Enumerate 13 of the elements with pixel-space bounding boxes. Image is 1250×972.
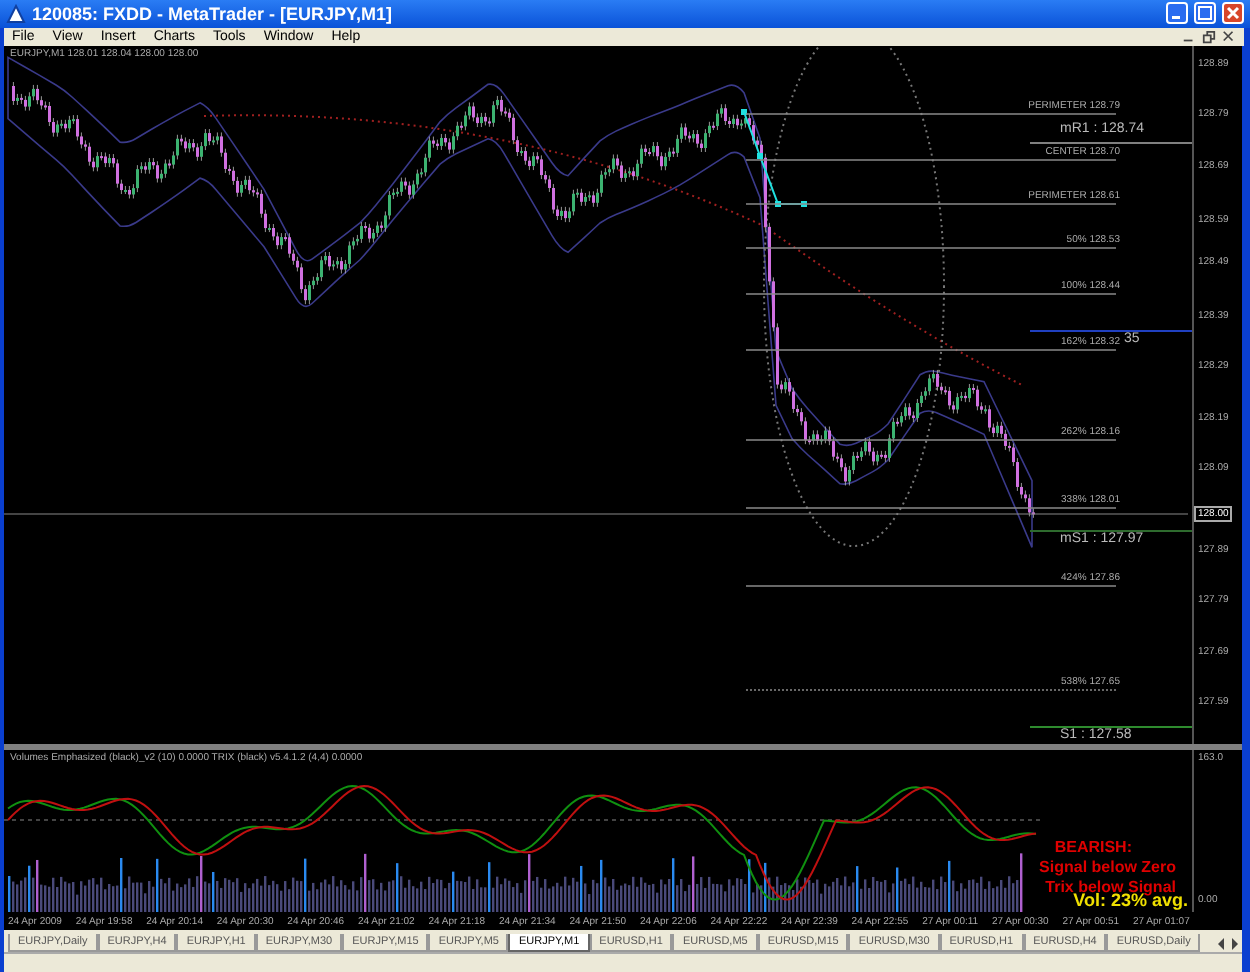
restore-icon[interactable]: [1202, 30, 1216, 45]
maximize-icon: [1198, 6, 1212, 21]
app-icon: [6, 3, 26, 24]
close-icon[interactable]: [1222, 30, 1236, 45]
close-icon: [1226, 6, 1240, 21]
close-button[interactable]: [1222, 2, 1244, 25]
window-title: 120085: FXDD - MetaTrader - [EURJPY,M1]: [32, 3, 395, 24]
maximize-button[interactable]: [1194, 2, 1216, 25]
minimize-button[interactable]: [1166, 2, 1188, 25]
signal-text: BEARISH:: [1054, 838, 1132, 857]
signal-text: Signal below Zero: [1039, 858, 1176, 877]
scroll-right-icon[interactable]: [1228, 936, 1242, 953]
scroll-left-icon[interactable]: [1214, 936, 1228, 953]
